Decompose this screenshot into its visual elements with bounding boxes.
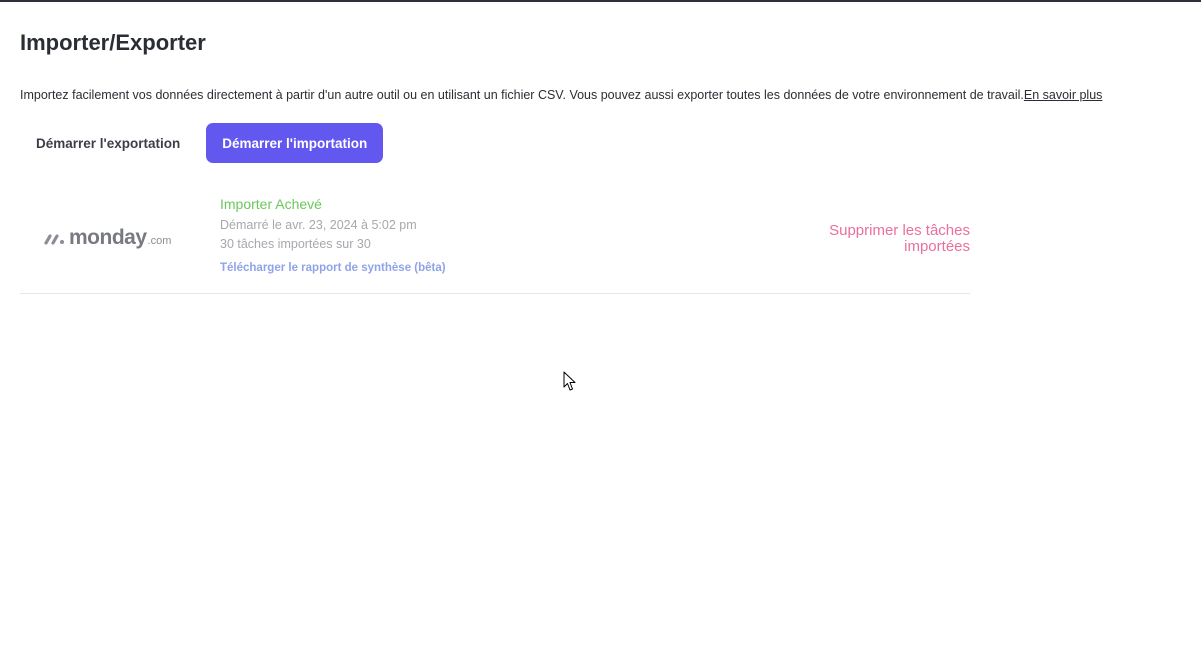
top-border — [0, 0, 1201, 2]
monday-logo-icon — [44, 234, 64, 245]
import-started-date: Démarré le avr. 23, 2024 à 5:02 pm — [220, 218, 417, 232]
import-status: Importer Achevé — [220, 196, 322, 212]
page-description: Importez facilement vos données directem… — [20, 88, 1102, 102]
download-report-link[interactable]: Télécharger le rapport de synthèse (bêta… — [220, 262, 446, 274]
import-task-count: 30 tâches importées sur 30 — [220, 237, 371, 251]
start-export-button[interactable]: Démarrer l'exportation — [20, 123, 196, 163]
import-history-row: monday .com Importer Achevé Démarré le a… — [20, 188, 970, 294]
monday-logo: monday .com — [44, 226, 171, 250]
delete-imported-tasks-link[interactable]: Supprimer les tâches importées — [790, 223, 970, 255]
logo-suffix: .com — [147, 235, 172, 247]
mouse-pointer-icon — [563, 371, 576, 391]
start-import-button[interactable]: Démarrer l'importation — [206, 123, 384, 163]
description-text: Importez facilement vos données directem… — [20, 88, 1024, 102]
learn-more-link[interactable]: En savoir plus — [1024, 88, 1103, 102]
page-title: Importer/Exporter — [20, 30, 206, 55]
logo-wordmark: monday — [69, 226, 147, 249]
action-bar: Démarrer l'exportation Démarrer l'import… — [20, 123, 384, 163]
